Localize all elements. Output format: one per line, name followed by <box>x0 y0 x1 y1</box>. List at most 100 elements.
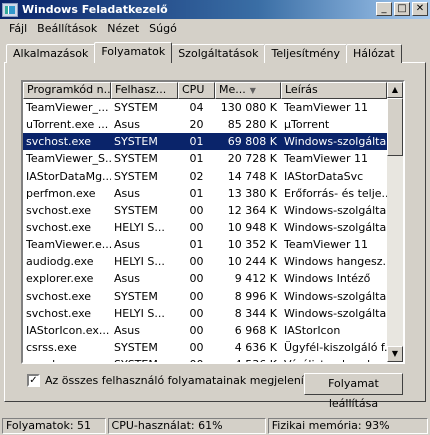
cell-description: TeamViewer 11 <box>284 101 368 115</box>
cell-user-name: SYSTEM <box>114 289 158 303</box>
cell-memory: 14 748 K <box>227 169 277 183</box>
cell-user-name: Asus <box>114 238 140 252</box>
table-row[interactable]: TeamViewer.e... Asus 01 10 352 K TeamViewer … <box>23 236 387 253</box>
table-row[interactable]: svchost.exe HELYI S... 00 8 344 K Windows-sz… <box>23 305 387 322</box>
cell-cpu: 00 <box>189 306 204 320</box>
tab-processes[interactable]: Folyamatok <box>94 42 173 63</box>
menu-help[interactable]: Súgó <box>144 22 182 35</box>
status-bar: Folyamatok: 51 CPU-használat: 61% Fizika… <box>0 418 430 435</box>
menu-view[interactable]: Nézet <box>102 22 144 35</box>
cell-memory: 10 948 K <box>227 221 277 235</box>
cell-image-name: svchost.exe <box>26 135 92 149</box>
cell-memory: 8 996 K <box>234 289 277 303</box>
cell-memory: 69 808 K <box>227 135 277 149</box>
cell-cpu: 00 <box>189 272 204 286</box>
table-row[interactable]: spoolsv.exeSYSTEM004 536 KVárólista-alre… <box>23 356 387 362</box>
cell-description: TeamViewer 11 <box>284 152 368 166</box>
cell-user-name: SYSTEM <box>114 152 158 166</box>
cell-user-name: HELYI S... <box>114 221 165 235</box>
cell-image-name: explorer.exe <box>26 272 94 286</box>
scroll-up-button[interactable]: ▲ <box>387 82 403 98</box>
maximize-button[interactable]: □ <box>394 2 410 16</box>
show-all-users-option[interactable]: ✓ Az összes felhasználó folyamatainak me… <box>27 374 327 387</box>
cell-user-name: Asus <box>114 186 140 200</box>
tab-services[interactable]: Szolgáltatások <box>171 44 266 63</box>
show-all-users-checkbox[interactable]: ✓ <box>27 374 40 387</box>
cell-memory: 4 536 K <box>215 356 281 362</box>
cell-description: Windows-szolgálta... <box>284 289 387 303</box>
tab-performance[interactable]: Teljesítmény <box>264 44 348 63</box>
cell-memory: 8 344 K <box>234 306 277 320</box>
cell-cpu: 04 <box>189 101 204 115</box>
table-row[interactable]: svchost.exe SYSTEM 01 69 808 K Windows-szolg… <box>23 133 387 151</box>
cell-memory: 10 244 K <box>227 255 277 269</box>
column-description[interactable]: Leírás <box>281 82 387 99</box>
cell-cpu: 00 <box>189 323 204 337</box>
table-row[interactable]: IAStorIcon.ex... Asus 00 6 968 K IAStorIcon <box>23 322 387 339</box>
end-process-button[interactable]: Folyamat leállítása <box>304 373 403 410</box>
table-row[interactable]: uTorrent.exe ... Asus 20 85 280 K µTorrent <box>23 116 387 133</box>
column-memory-label: Me... <box>219 83 246 96</box>
show-all-users-label: Az összes felhasználó folyamatainak megj… <box>45 374 328 387</box>
column-user-name[interactable]: Felhasz... <box>111 82 178 99</box>
table-row[interactable]: svchost.exe SYSTEM 00 12 364 K Windows-szolg… <box>23 202 387 219</box>
column-memory[interactable]: Me... ▼ <box>215 82 281 99</box>
title-bar[interactable]: Windows Feladatkezelő _ □ ✕ <box>0 0 430 19</box>
cell-cpu: 01 <box>189 238 204 252</box>
cell-image-name: audiodg.exe <box>26 255 94 269</box>
column-image-name[interactable]: Programkód n... <box>23 82 111 99</box>
table-row[interactable]: explorer.exe Asus 00 9 412 K Windows Intéző <box>23 270 387 287</box>
tab-applications[interactable]: Alkalmazások <box>6 44 96 63</box>
sort-descending-icon: ▼ <box>249 86 256 95</box>
cell-cpu: 00 <box>189 255 204 269</box>
cell-cpu: 01 <box>189 152 204 166</box>
scroll-thumb[interactable] <box>387 98 403 156</box>
cell-description: Windows Intéző <box>284 272 371 286</box>
close-button[interactable]: ✕ <box>412 2 428 16</box>
cell-cpu: 00 <box>189 341 204 355</box>
table-row[interactable]: perfmon.exe Asus 01 13 380 K Erőforrás- és t… <box>23 185 387 202</box>
table-row[interactable]: svchost.exe HELYI S... 00 10 948 K Windows-s… <box>23 219 387 236</box>
cell-user-name: Asus <box>114 118 140 132</box>
status-process-count: Folyamatok: 51 <box>2 418 106 434</box>
status-memory-usage: Fizikai memória: 93% <box>267 418 428 434</box>
cell-description: µTorrent <box>284 118 330 132</box>
cell-image-name: perfmon.exe <box>26 186 96 200</box>
process-list[interactable]: Programkód n... Felhasz... CPU Me... ▼ Le… <box>21 80 405 364</box>
menu-file[interactable]: Fájl <box>4 22 32 35</box>
minimize-button[interactable]: _ <box>376 2 392 16</box>
cell-memory: 9 412 K <box>234 272 277 286</box>
window-title: Windows Feladatkezelő <box>22 3 168 16</box>
table-row[interactable]: audiodg.exe HELYI S... 00 10 244 K Windows h… <box>23 253 387 270</box>
cell-user-name: HELYI S... <box>114 306 165 320</box>
cell-description: IAStorDataSvc <box>284 169 364 183</box>
cell-image-name: svchost.exe <box>26 203 92 217</box>
cell-memory: 4 636 K <box>234 341 277 355</box>
vertical-scrollbar[interactable]: ▲ ▼ <box>387 82 403 362</box>
cell-user-name: Asus <box>114 272 140 286</box>
cell-cpu: 01 <box>189 186 204 200</box>
cell-user-name: Asus <box>114 323 140 337</box>
cell-description: Windows hangesz... <box>284 255 387 269</box>
menu-options[interactable]: Beállítások <box>32 22 102 35</box>
column-cpu[interactable]: CPU <box>178 82 215 99</box>
table-row[interactable]: TeamViewer_... SYSTEM 04 130 080 K TeamViewe… <box>23 99 387 116</box>
scroll-down-button[interactable]: ▼ <box>387 346 403 362</box>
cell-cpu: 02 <box>189 169 204 183</box>
table-row[interactable]: csrss.exe SYSTEM 00 4 636 K Ügyfél-kiszolgál… <box>23 339 387 356</box>
cell-description: Windows-szolgálta... <box>284 135 387 149</box>
cell-memory: 12 364 K <box>227 203 277 217</box>
cell-user-name: SYSTEM <box>114 341 158 355</box>
cell-image-name: IAStorIcon.ex... <box>26 323 110 337</box>
table-row[interactable]: TeamViewer_S... SYSTEM 01 20 728 K TeamViewe… <box>23 150 387 167</box>
table-row[interactable]: svchost.exe SYSTEM 00 8 996 K Windows-szolgá… <box>23 288 387 305</box>
cell-description: Várólista-alrendsz... <box>281 356 387 362</box>
tab-strip: Alkalmazások Folyamatok Szolgáltatások T… <box>6 42 402 63</box>
cell-description: Windows-szolgálta... <box>284 203 387 217</box>
cell-image-name: TeamViewer_... <box>26 101 109 115</box>
tab-networking[interactable]: Hálózat <box>346 44 402 63</box>
cell-cpu: 00 <box>178 356 215 362</box>
table-row[interactable]: IAStorDataMg... SYSTEM 02 14 748 K IAStorDat… <box>23 168 387 185</box>
cell-image-name: svchost.exe <box>26 289 92 303</box>
cell-user-name: SYSTEM <box>114 203 158 217</box>
